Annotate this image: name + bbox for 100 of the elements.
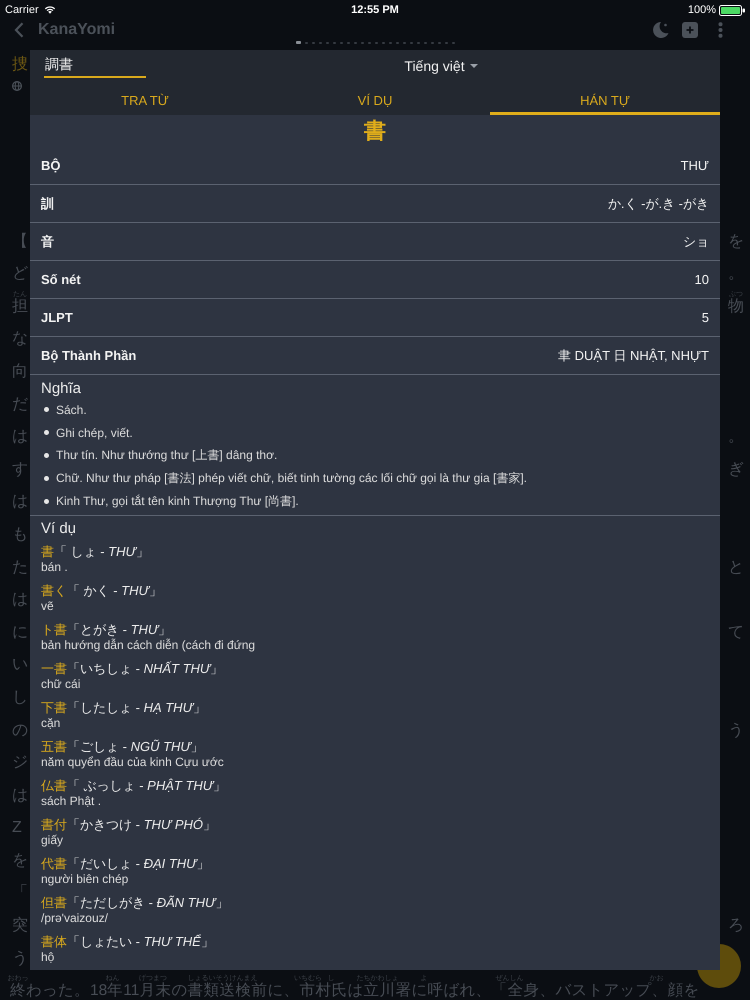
moon-icon[interactable] (651, 21, 669, 39)
section-title: Ví dụ (41, 520, 78, 538)
example-meaning: cặn (41, 716, 60, 730)
article-text: を (728, 234, 744, 250)
article-text: と (728, 560, 744, 576)
meaning-item: Ghi chép, viết. (56, 426, 133, 440)
article-text: 。 (728, 429, 744, 446)
example-meaning: /prə'vaizouz/ (41, 911, 108, 925)
detail-label: JLPT (41, 310, 73, 325)
example-reading: 「 ぶっしょ - PHẬT THƯ」 (67, 778, 226, 794)
article-text: は (12, 429, 28, 446)
article-text: 「 (12, 885, 28, 902)
article-text: の (12, 722, 28, 738)
example-word: 書付 (41, 817, 67, 833)
detail-label: Số nét (41, 272, 81, 287)
carrier-name: Carrier (5, 4, 39, 16)
example-meaning: chữ cái (41, 677, 80, 691)
article-text: は (12, 788, 28, 804)
article-text: は (12, 592, 28, 608)
example-meaning: giấy (41, 833, 64, 847)
bullet-icon (44, 430, 49, 435)
example-reading: 「とがき - THƯ」 (67, 622, 172, 638)
example-word: 書 (41, 544, 54, 560)
example-word: 仏書 (41, 778, 67, 794)
article-text: 。 (728, 266, 744, 282)
tab[interactable]: VÍ DỤ (260, 88, 490, 115)
article-text: も (12, 526, 28, 543)
article-text: ジ (12, 755, 28, 772)
article-text: て (728, 624, 744, 641)
tab[interactable]: HÁN TỰ (490, 88, 720, 115)
article-text: 突 (12, 918, 28, 934)
bullet-icon (44, 499, 49, 504)
article-text: ろ (728, 918, 744, 934)
example-word: 但書 (41, 895, 67, 911)
article-text: は (12, 494, 28, 510)
example-meaning: vẽ (41, 599, 54, 613)
article-text: Z (12, 820, 22, 836)
caret-icon (470, 64, 478, 68)
meaning-item: Sách. (56, 402, 87, 416)
article-text: だ (12, 396, 28, 413)
article-text: し (12, 690, 28, 706)
tab[interactable]: TRA TỪ (30, 88, 260, 115)
article-heading-text: 捜 (12, 57, 28, 73)
detail-label: 音 (41, 232, 54, 250)
detail-value: THƯ (680, 158, 709, 173)
detail-value: 10 (694, 272, 709, 287)
globe-icon (12, 81, 22, 91)
example-reading: 「 かく - THƯ」 (67, 583, 162, 599)
example-meaning: hộ (41, 950, 54, 964)
example-word: 一書 (41, 661, 67, 677)
example-reading: 「しょたい - THƯ THỂ」 (67, 934, 214, 950)
app-title: KanaYomi (38, 21, 116, 39)
example-word: 代書 (41, 856, 67, 872)
detail-value: 5 (702, 310, 709, 325)
example-reading: 「 しょ - THƯ」 (54, 544, 149, 560)
example-reading: 「ごしょ - NGŨ THƯ」 (67, 739, 204, 755)
article-text: た (12, 560, 28, 576)
back-icon[interactable] (14, 22, 24, 38)
detail-value: ショ (683, 232, 709, 250)
example-word: 五書 (41, 739, 67, 755)
detail-label: BỘ (41, 158, 60, 173)
detail-value: 聿 DUẬT 日 NHẬT, NHỰT (558, 346, 709, 364)
example-meaning: người biên chép (41, 872, 128, 886)
example-word: 書く (41, 583, 67, 599)
section-title: Nghĩa (41, 380, 82, 398)
wifi-icon (44, 6, 56, 14)
article-text: い (12, 657, 28, 674)
example-reading: 「したしょ - HẠ THƯ」 (67, 700, 206, 716)
meaning-item: Thư tín. Như thướng thư [上書] dâng thơ. (56, 447, 278, 464)
article-text: 【 (12, 234, 28, 250)
battery-icon (719, 4, 745, 16)
bullet-icon (44, 407, 49, 412)
article-text: を (12, 852, 28, 869)
article-text: ど (12, 266, 28, 282)
article-text: 担 (12, 298, 28, 315)
example-word: 下書 (41, 700, 67, 716)
example-word: ト書 (41, 622, 67, 638)
bullet-icon (44, 453, 49, 458)
plus-square-icon[interactable] (682, 22, 698, 38)
meaning-item: Chữ. Như thư pháp [書法] phép viết chữ, biết tinh tường các lối chữ gọi là thư gia [書家]. (56, 470, 527, 487)
example-meaning: sách Phật . (41, 794, 102, 808)
example-reading: 「いちしょ - NHẤT THƯ」 (67, 661, 224, 677)
example-meaning: năm quyển đầu của kinh Cựu ước (41, 755, 224, 769)
example-meaning: bản hướng dẫn cách diễn (cách đi đứng (41, 638, 256, 652)
more-icon[interactable] (718, 22, 723, 38)
article-text: う (728, 722, 744, 738)
example-reading: 「ただしがき - ĐÃN THƯ」 (67, 895, 228, 911)
status-time: 12:55 PM (351, 4, 399, 16)
article-text: 向 (12, 364, 28, 380)
article-text: す (12, 462, 28, 478)
article-text: う (12, 950, 28, 967)
kanji-character: 書 (364, 117, 386, 145)
detail-label: Bộ Thành Phần (41, 348, 136, 363)
article-text-line: 終わった。18年11月末の書類送検前に、市村氏は立川署に呼ばれ、「全身、バストアップ、顔を (10, 982, 700, 999)
language-select[interactable]: Tiếng việt (404, 56, 478, 76)
detail-label: 訓 (41, 194, 54, 212)
article-text: ぎ (728, 462, 744, 478)
search-field[interactable]: 調書 (44, 56, 146, 78)
meaning-item: Kinh Thư, gọi tắt tên kinh Thượng Thư [尚書]. (56, 493, 299, 510)
example-reading: 「かきつけ - THƯ PHÓ」 (67, 817, 216, 833)
